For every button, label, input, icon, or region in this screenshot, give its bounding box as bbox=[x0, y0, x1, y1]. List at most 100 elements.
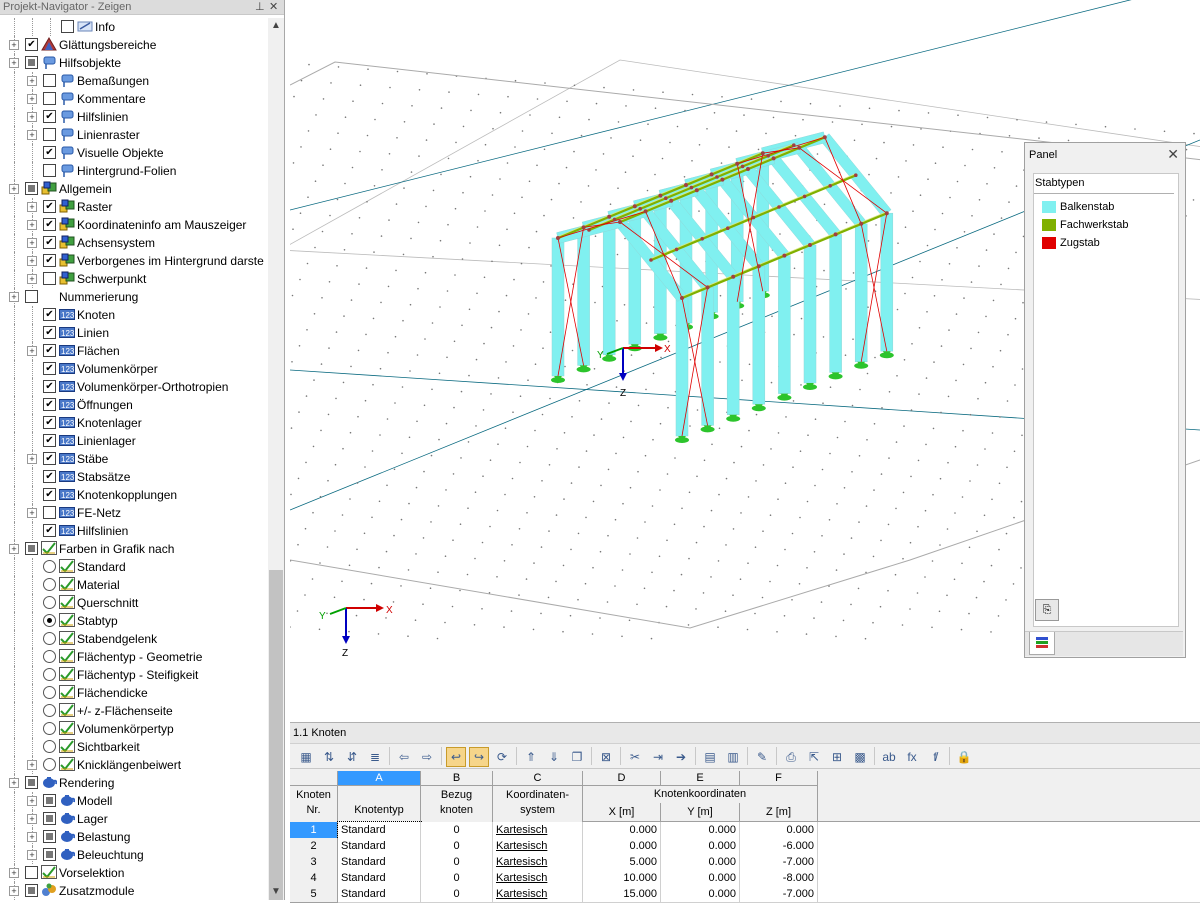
radio-button[interactable] bbox=[43, 560, 56, 573]
cell-knotentyp[interactable]: Standard bbox=[338, 870, 421, 887]
checkbox[interactable] bbox=[25, 290, 38, 303]
radio-button[interactable] bbox=[43, 740, 56, 753]
checkbox[interactable] bbox=[43, 272, 56, 285]
checkbox[interactable] bbox=[43, 470, 56, 483]
cell-z[interactable]: 0.000 bbox=[740, 822, 818, 839]
text-icon[interactable]: ab bbox=[879, 747, 899, 767]
cell-z[interactable]: -8.000 bbox=[740, 870, 818, 887]
cell-x[interactable]: 5.000 bbox=[583, 854, 661, 871]
cell-knotentyp[interactable]: Standard bbox=[338, 886, 421, 903]
column-letter-header[interactable]: D bbox=[583, 771, 661, 786]
tree-item[interactable]: Flächentyp - Steifigkeit bbox=[0, 666, 268, 684]
checkbox[interactable] bbox=[43, 200, 56, 213]
tree-item[interactable]: Stabendgelenk bbox=[0, 630, 268, 648]
checkbox[interactable] bbox=[43, 218, 56, 231]
row-number[interactable]: 1 bbox=[290, 822, 338, 839]
columns-icon[interactable]: ▥ bbox=[723, 747, 743, 767]
expand-icon[interactable]: + bbox=[27, 346, 37, 356]
tree-item[interactable]: + Lager bbox=[0, 810, 268, 828]
tree-item[interactable]: +/- z-Flächenseite bbox=[0, 702, 268, 720]
cell-z[interactable]: -6.000 bbox=[740, 838, 818, 855]
tree-item[interactable]: + Bemaßungen bbox=[0, 72, 268, 90]
tree-item[interactable]: + Modell bbox=[0, 792, 268, 810]
cell-bezug[interactable]: 0 bbox=[421, 822, 493, 839]
cell-knotentyp[interactable]: Standard bbox=[337, 821, 422, 840]
radio-button[interactable] bbox=[43, 632, 56, 645]
sort-desc-icon[interactable]: ⇵ bbox=[342, 747, 362, 767]
tree-item[interactable]: +123Stäbe bbox=[0, 450, 268, 468]
expand-icon[interactable]: + bbox=[9, 544, 19, 554]
cell-system[interactable]: Kartesisch bbox=[493, 870, 583, 887]
expand-icon[interactable]: + bbox=[9, 778, 19, 788]
table-view-icon[interactable]: ▦ bbox=[296, 747, 316, 767]
cell-bezug[interactable]: 0 bbox=[421, 870, 493, 887]
tree-item[interactable]: Flächentyp - Geometrie bbox=[0, 648, 268, 666]
tree-item[interactable]: + Glättungsbereiche bbox=[0, 36, 268, 54]
expand-icon[interactable]: + bbox=[27, 796, 37, 806]
scrollbar-thumb[interactable] bbox=[269, 570, 283, 900]
cell-z[interactable]: -7.000 bbox=[740, 854, 818, 871]
tree-item[interactable]: 123Stabsätze bbox=[0, 468, 268, 486]
checkbox[interactable] bbox=[61, 20, 74, 33]
tree-item[interactable]: + Hilfsobjekte bbox=[0, 54, 268, 72]
radio-button[interactable] bbox=[43, 614, 56, 627]
cell-system[interactable]: Kartesisch bbox=[493, 822, 583, 839]
tree-item[interactable]: + Beleuchtung bbox=[0, 846, 268, 864]
tree-item[interactable]: 123Öffnungen bbox=[0, 396, 268, 414]
expand-icon[interactable]: + bbox=[27, 508, 37, 518]
tree-item[interactable]: + Verborgenes im Hintergrund darste bbox=[0, 252, 268, 270]
radio-button[interactable] bbox=[43, 578, 56, 591]
tree-item[interactable]: 123Volumenkörper-Orthotropien bbox=[0, 378, 268, 396]
tree-item[interactable]: + Kommentare bbox=[0, 90, 268, 108]
expand-icon[interactable]: + bbox=[27, 94, 37, 104]
grid-icon[interactable]: ▤ bbox=[700, 747, 720, 767]
expand-icon[interactable]: + bbox=[9, 868, 19, 878]
cell-z[interactable]: -7.000 bbox=[740, 886, 818, 903]
edit-icon[interactable]: ✎ bbox=[752, 747, 772, 767]
checkbox[interactable] bbox=[43, 416, 56, 429]
checkbox[interactable] bbox=[43, 308, 56, 321]
expand-icon[interactable]: + bbox=[9, 886, 19, 896]
checkbox[interactable] bbox=[43, 812, 56, 825]
excel-icon[interactable]: ⊞ bbox=[827, 747, 847, 767]
checkbox[interactable] bbox=[43, 794, 56, 807]
checkbox[interactable] bbox=[43, 74, 56, 87]
tree-item[interactable]: +123 FE-Netz bbox=[0, 504, 268, 522]
checkbox[interactable] bbox=[43, 380, 56, 393]
tree-item[interactable]: + Vorselektion bbox=[0, 864, 268, 882]
tree-item[interactable]: + Raster bbox=[0, 198, 268, 216]
row-number[interactable]: 5 bbox=[290, 886, 338, 903]
checkbox[interactable] bbox=[43, 344, 56, 357]
next-icon[interactable]: ⇨ bbox=[417, 747, 437, 767]
expand-icon[interactable]: + bbox=[9, 292, 19, 302]
tree-item[interactable]: Flächendicke bbox=[0, 684, 268, 702]
tree-item[interactable]: Material bbox=[0, 576, 268, 594]
insert-icon[interactable]: ⇥ bbox=[648, 747, 668, 767]
cell-y[interactable]: 0.000 bbox=[661, 838, 740, 855]
checkbox[interactable] bbox=[43, 164, 56, 177]
move-icon[interactable]: ➔ bbox=[671, 747, 691, 767]
expand-icon[interactable]: + bbox=[27, 814, 37, 824]
tree-item[interactable]: + Nummerierung bbox=[0, 288, 268, 306]
tree-item[interactable]: Volumenkörpertyp bbox=[0, 720, 268, 738]
checkbox[interactable] bbox=[43, 110, 56, 123]
cell-bezug[interactable]: 0 bbox=[421, 886, 493, 903]
checkbox[interactable] bbox=[43, 434, 56, 447]
column-letter-header[interactable]: F bbox=[740, 771, 818, 786]
cell-y[interactable]: 0.000 bbox=[661, 870, 740, 887]
up-icon[interactable]: ⇑ bbox=[521, 747, 541, 767]
cell-x[interactable]: 0.000 bbox=[583, 822, 661, 839]
filter-icon[interactable]: ≣ bbox=[365, 747, 385, 767]
cell-y[interactable]: 0.000 bbox=[661, 886, 740, 903]
checkbox[interactable] bbox=[25, 884, 38, 897]
expand-icon[interactable]: + bbox=[27, 454, 37, 464]
radio-button[interactable] bbox=[43, 686, 56, 699]
cell-system[interactable]: Kartesisch bbox=[493, 854, 583, 871]
checkbox[interactable] bbox=[25, 776, 38, 789]
expand-icon[interactable]: + bbox=[27, 238, 37, 248]
expand-icon[interactable]: + bbox=[27, 112, 37, 122]
checkbox[interactable] bbox=[43, 92, 56, 105]
close-icon[interactable]: ✕ bbox=[269, 0, 278, 14]
radio-button[interactable] bbox=[43, 758, 56, 771]
close-icon[interactable]: ✕ bbox=[1167, 146, 1179, 163]
